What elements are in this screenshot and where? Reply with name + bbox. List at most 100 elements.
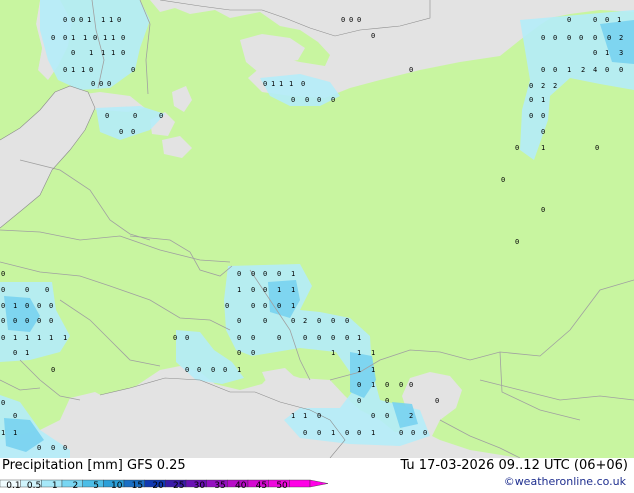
precip-value: 0 [1, 302, 5, 310]
precip-value: 0 [13, 412, 17, 420]
precip-value: 0 [553, 66, 557, 74]
map-footer: Precipitation [mm] GFS 0.25 Tu 17-03-202… [0, 458, 634, 491]
precip-value: 0 [529, 112, 533, 120]
precip-value: 0 [607, 34, 611, 42]
precip-value: 1 [289, 80, 293, 88]
precip-value: 1 [605, 49, 609, 57]
precip-value: 0 [159, 112, 163, 120]
precip-value: 0 [1, 286, 5, 294]
precip-value: 0 [251, 270, 255, 278]
precip-value: 1 [89, 49, 93, 57]
precip-value: 1 [291, 270, 295, 278]
precip-value: 0 [133, 112, 137, 120]
precip-value: 0 [303, 334, 307, 342]
precip-value: 0 [263, 302, 267, 310]
precipitation-map: 0001110001101100111001100000000000000011… [0, 0, 634, 458]
precip-value: 2 [553, 82, 557, 90]
precip-value: 0 [225, 302, 229, 310]
precip-value: 1 [111, 49, 115, 57]
credit-link[interactable]: ©weatheronline.co.uk [504, 475, 626, 488]
precip-value: 1 [25, 334, 29, 342]
precip-value: 0 [223, 366, 227, 374]
precip-value: 0 [541, 206, 545, 214]
precip-value: 0 [277, 302, 281, 310]
precip-value: 0 [541, 128, 545, 136]
precip-value: 0 [37, 317, 41, 325]
precip-value: 0 [185, 366, 189, 374]
precip-value: 0 [341, 16, 345, 24]
precip-value: 1 [291, 412, 295, 420]
precip-value: 1 [331, 429, 335, 437]
precip-value: 0 [173, 334, 177, 342]
precip-value: 0 [277, 270, 281, 278]
precip-value: 0 [1, 270, 5, 278]
precip-value: 0 [515, 238, 519, 246]
precip-value: 1 [63, 334, 67, 342]
precip-value: 0 [49, 302, 53, 310]
precip-value: 0 [411, 429, 415, 437]
precip-value: 0 [91, 80, 95, 88]
precip-value: 0 [331, 334, 335, 342]
precip-value: 0 [593, 34, 597, 42]
precip-value: 0 [385, 381, 389, 389]
precip-value: 1 [291, 302, 295, 310]
map-title: Precipitation [mm] GFS 0.25 [2, 458, 186, 473]
precip-value: 0 [251, 302, 255, 310]
precip-value: 2 [581, 66, 585, 74]
precip-value: 1 [567, 66, 571, 74]
precip-value: 0 [399, 429, 403, 437]
precip-value: 0 [501, 176, 505, 184]
precip-value: 0 [89, 66, 93, 74]
precip-value: 0 [371, 412, 375, 420]
precip-value: 0 [131, 128, 135, 136]
precip-value: 0 [579, 34, 583, 42]
precip-value: 0 [357, 381, 361, 389]
precip-value: 0 [305, 96, 309, 104]
precip-value: 0 [63, 34, 67, 42]
precip-value: 0 [45, 286, 49, 294]
precip-value: 0 [345, 429, 349, 437]
precip-value: 1 [371, 429, 375, 437]
precip-value: 0 [251, 286, 255, 294]
precip-value: 1 [303, 412, 307, 420]
precip-value: 1 [13, 334, 17, 342]
precip-value: 3 [619, 49, 623, 57]
precip-value: 1 [371, 349, 375, 357]
precip-value: 0 [251, 349, 255, 357]
precip-value: 0 [63, 66, 67, 74]
precip-value: 0 [251, 334, 255, 342]
precip-value: 0 [121, 49, 125, 57]
precip-value: 0 [371, 32, 375, 40]
precip-value: 0 [99, 80, 103, 88]
precip-value: 2 [619, 34, 623, 42]
precip-value: 0 [317, 334, 321, 342]
precip-value: 1 [37, 334, 41, 342]
precip-value: 0 [593, 49, 597, 57]
precip-value: 2 [409, 412, 413, 420]
precip-value: 1 [541, 144, 545, 152]
precip-value: 0 [595, 144, 599, 152]
precip-value: 0 [13, 317, 17, 325]
precip-value: 0 [619, 66, 623, 74]
precip-value: 0 [131, 66, 135, 74]
precip-value: 0 [317, 96, 321, 104]
precip-value: 0 [317, 412, 321, 420]
precip-value: 0 [51, 444, 55, 452]
precip-value: 0 [357, 16, 361, 24]
precip-value: 0 [197, 366, 201, 374]
precip-value: 0 [291, 96, 295, 104]
precip-value: 1 [331, 349, 335, 357]
precip-value: 1 [71, 34, 75, 42]
precip-value: 1 [103, 34, 107, 42]
precip-value: 1 [541, 96, 545, 104]
precip-value: 0 [1, 399, 5, 407]
precip-value: 0 [107, 80, 111, 88]
precip-value: 0 [423, 429, 427, 437]
precip-value: 1 [291, 286, 295, 294]
precip-value: 0 [49, 317, 53, 325]
precip-value: 0 [567, 16, 571, 24]
precip-value: 0 [345, 317, 349, 325]
precip-value: 1 [87, 16, 91, 24]
precip-value: 0 [317, 317, 321, 325]
precip-value: 0 [117, 16, 121, 24]
